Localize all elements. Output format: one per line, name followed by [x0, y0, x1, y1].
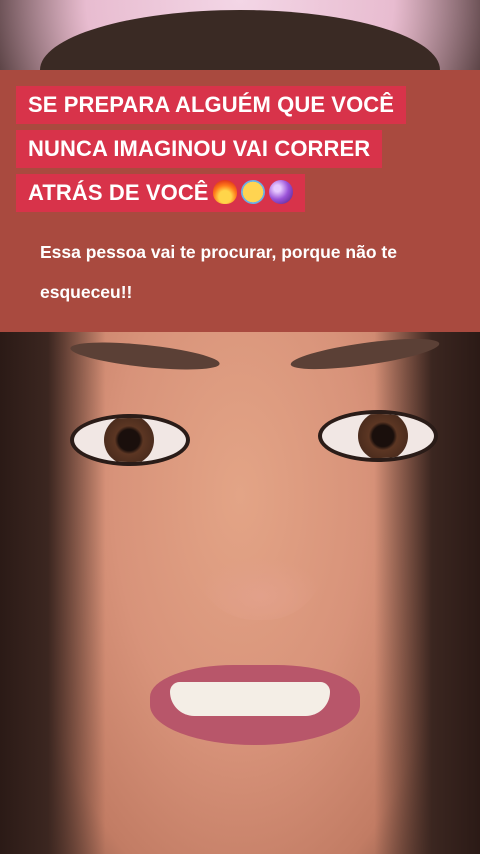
right-eye: [318, 410, 438, 462]
headline-line-3-text: ATRÁS DE VOCÊ: [28, 180, 209, 205]
teeth: [170, 682, 330, 716]
left-eye: [70, 414, 190, 466]
screaming-face-icon: [240, 180, 265, 204]
fire-icon: [212, 180, 237, 204]
headline-line-1: SE PREPARA ALGUÉM QUE VOCÊ: [16, 86, 407, 124]
right-eyebrow: [289, 332, 441, 376]
headline-line-3: ATRÁS DE VOCÊ: [16, 174, 305, 212]
subtitle-text: Essa pessoa vai te procurar, porque não …: [40, 242, 397, 302]
headline-line-2: NUNCA IMAGINOU VAI CORRER: [16, 130, 383, 168]
nose: [195, 500, 325, 620]
crystal-ball-icon: [268, 180, 293, 204]
left-eyebrow: [69, 337, 221, 375]
